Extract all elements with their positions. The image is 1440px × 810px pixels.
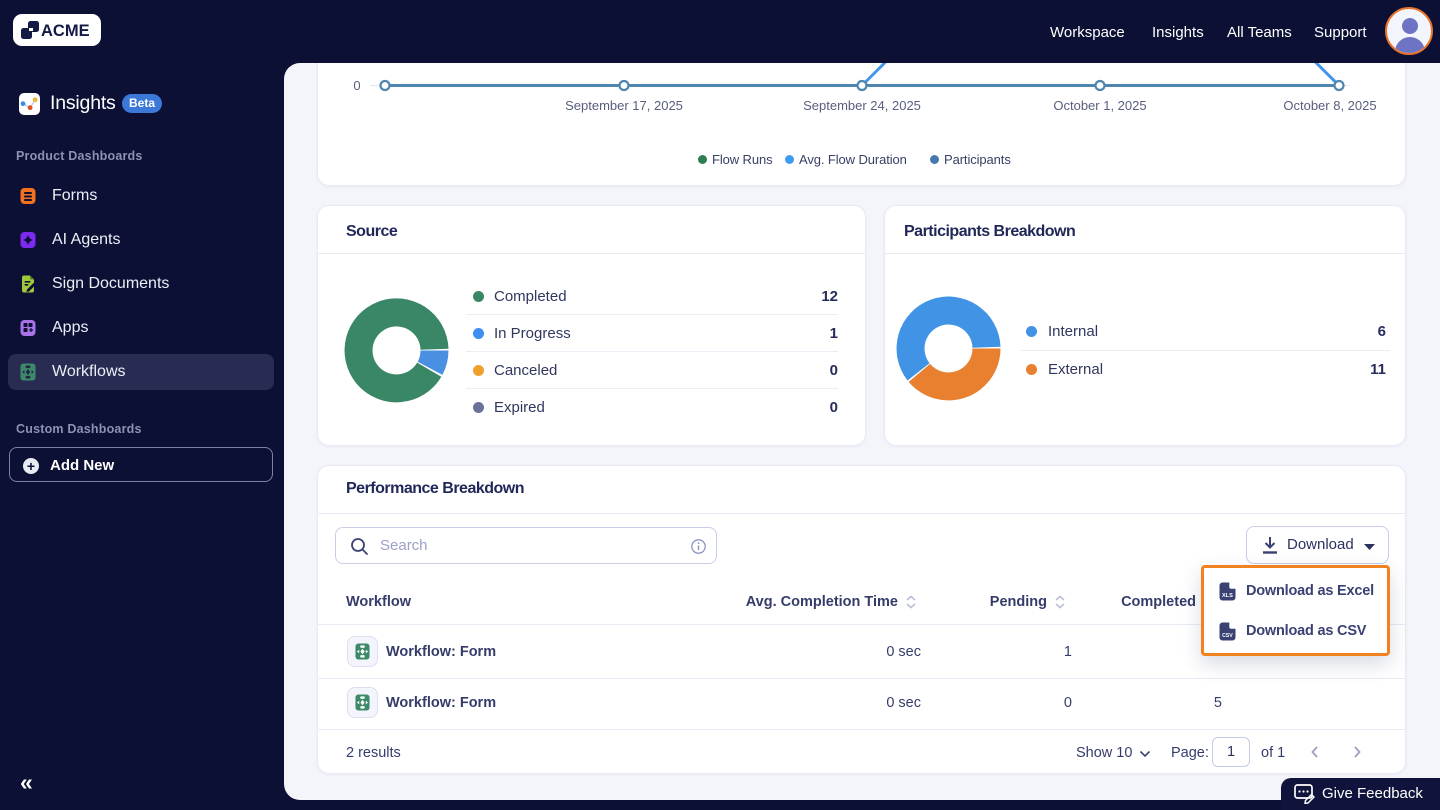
svg-text:XLS: XLS: [1222, 593, 1233, 599]
svg-text:CSV: CSV: [1222, 633, 1233, 639]
